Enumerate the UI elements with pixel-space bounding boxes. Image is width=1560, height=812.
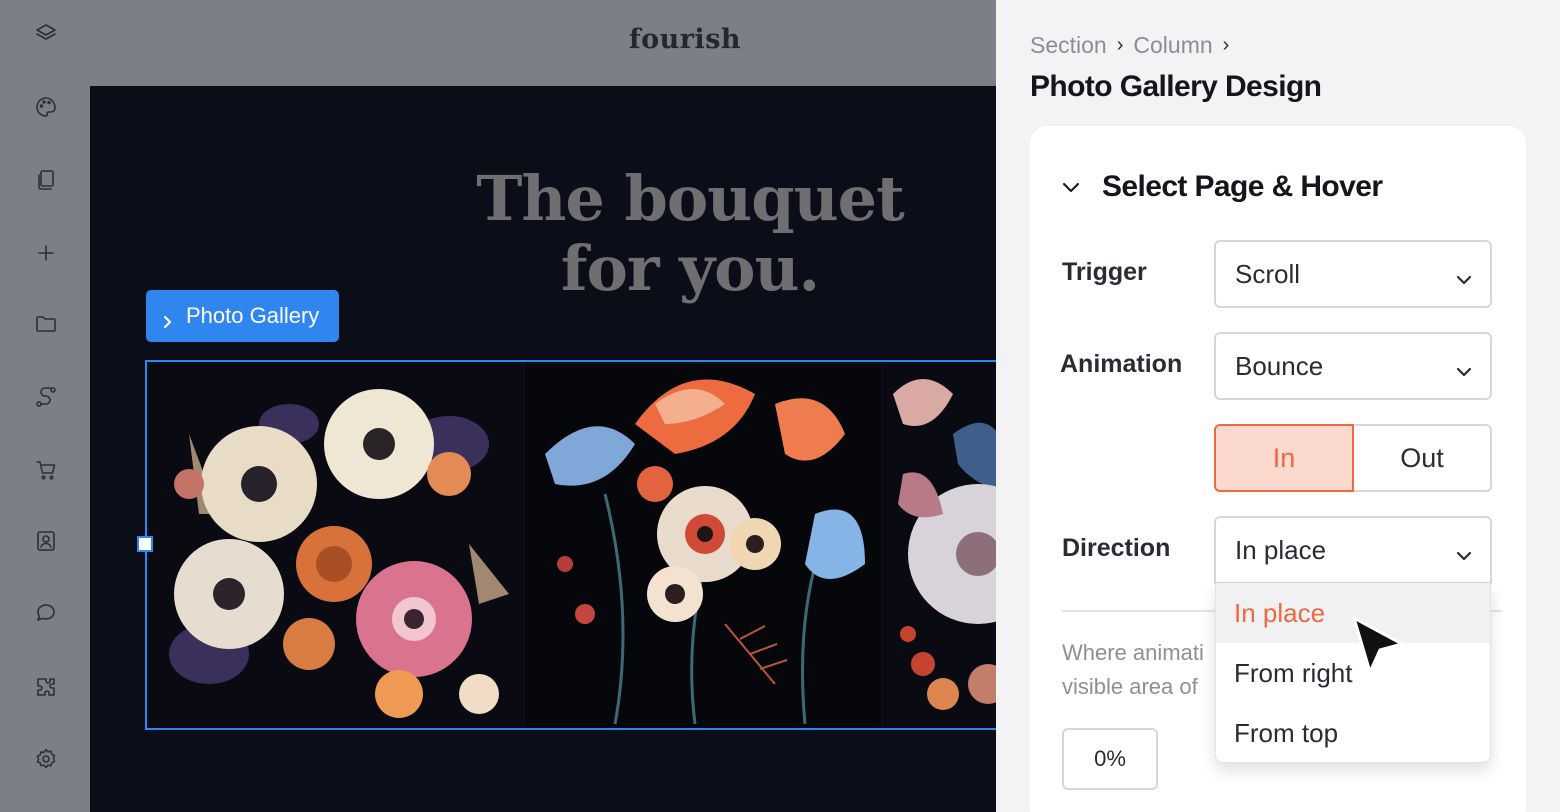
photo-gallery[interactable] — [145, 360, 996, 730]
photo-gallery-element-tag[interactable]: Photo Gallery — [146, 290, 340, 342]
path-icon[interactable] — [33, 384, 59, 410]
breadcrumb-section[interactable]: Section — [1030, 32, 1107, 59]
contact-icon[interactable] — [33, 528, 59, 554]
left-toolbar — [0, 0, 90, 812]
animation-label: Animation — [1060, 350, 1183, 378]
in-out-toggle: In Out — [1214, 424, 1492, 492]
chevron-down-icon — [1062, 182, 1080, 193]
chevron-down-icon — [1454, 266, 1474, 286]
chevron-down-icon — [1454, 542, 1474, 562]
mouse-cursor-icon — [1352, 616, 1404, 674]
gallery-photo-2[interactable] — [525, 364, 881, 728]
direction-value: In place — [1235, 534, 1327, 565]
gallery-photo-3[interactable] — [883, 364, 996, 728]
palette-icon[interactable] — [33, 94, 59, 120]
headline-line-1: The bouquet — [476, 162, 905, 235]
headline-line-2: for you. — [560, 232, 820, 305]
direction-option-from-top[interactable]: From top — [1216, 703, 1490, 763]
trigger-label: Trigger — [1062, 258, 1147, 286]
toggle-out-button[interactable]: Out — [1354, 424, 1492, 492]
pages-icon[interactable] — [33, 167, 59, 193]
chevron-down-icon — [1454, 358, 1474, 378]
cart-icon[interactable] — [33, 457, 59, 483]
section-header[interactable]: Select Page & Hover — [1060, 170, 1383, 204]
direction-label: Direction — [1062, 534, 1171, 562]
trigger-select[interactable]: Scroll — [1214, 240, 1492, 308]
breadcrumb-column[interactable]: Column — [1133, 32, 1212, 59]
settings-icon[interactable] — [33, 746, 59, 772]
chat-icon[interactable] — [33, 600, 59, 626]
direction-select[interactable]: In place — [1214, 516, 1492, 584]
chevron-right-icon: › — [1222, 34, 1230, 56]
offset-input[interactable]: 0% — [1062, 728, 1158, 790]
toggle-in-button[interactable]: In — [1214, 424, 1354, 492]
animation-select[interactable]: Bounce — [1214, 332, 1492, 400]
hero-headline: The bouquet for you. — [410, 164, 970, 304]
layers-icon[interactable] — [33, 21, 59, 47]
panel-title: Photo Gallery Design — [1030, 70, 1322, 103]
add-icon[interactable] — [33, 240, 59, 266]
brand-logo: fourish — [628, 24, 742, 55]
chevron-right-icon — [160, 309, 174, 329]
breadcrumb: Section › Column › — [1030, 32, 1229, 59]
folder-icon[interactable] — [33, 311, 59, 337]
plugin-icon[interactable] — [33, 674, 59, 700]
trigger-value: Scroll — [1235, 258, 1301, 289]
resize-handle[interactable] — [137, 536, 153, 552]
animation-value: Bounce — [1235, 350, 1324, 381]
gallery-photo-1[interactable] — [149, 364, 523, 728]
section-title: Select Page & Hover — [1102, 170, 1383, 203]
chevron-right-icon: › — [1116, 34, 1124, 56]
element-tag-label: Photo Gallery — [186, 303, 320, 328]
page-canvas[interactable]: The bouquet for you. Photo Gallery — [90, 86, 996, 812]
